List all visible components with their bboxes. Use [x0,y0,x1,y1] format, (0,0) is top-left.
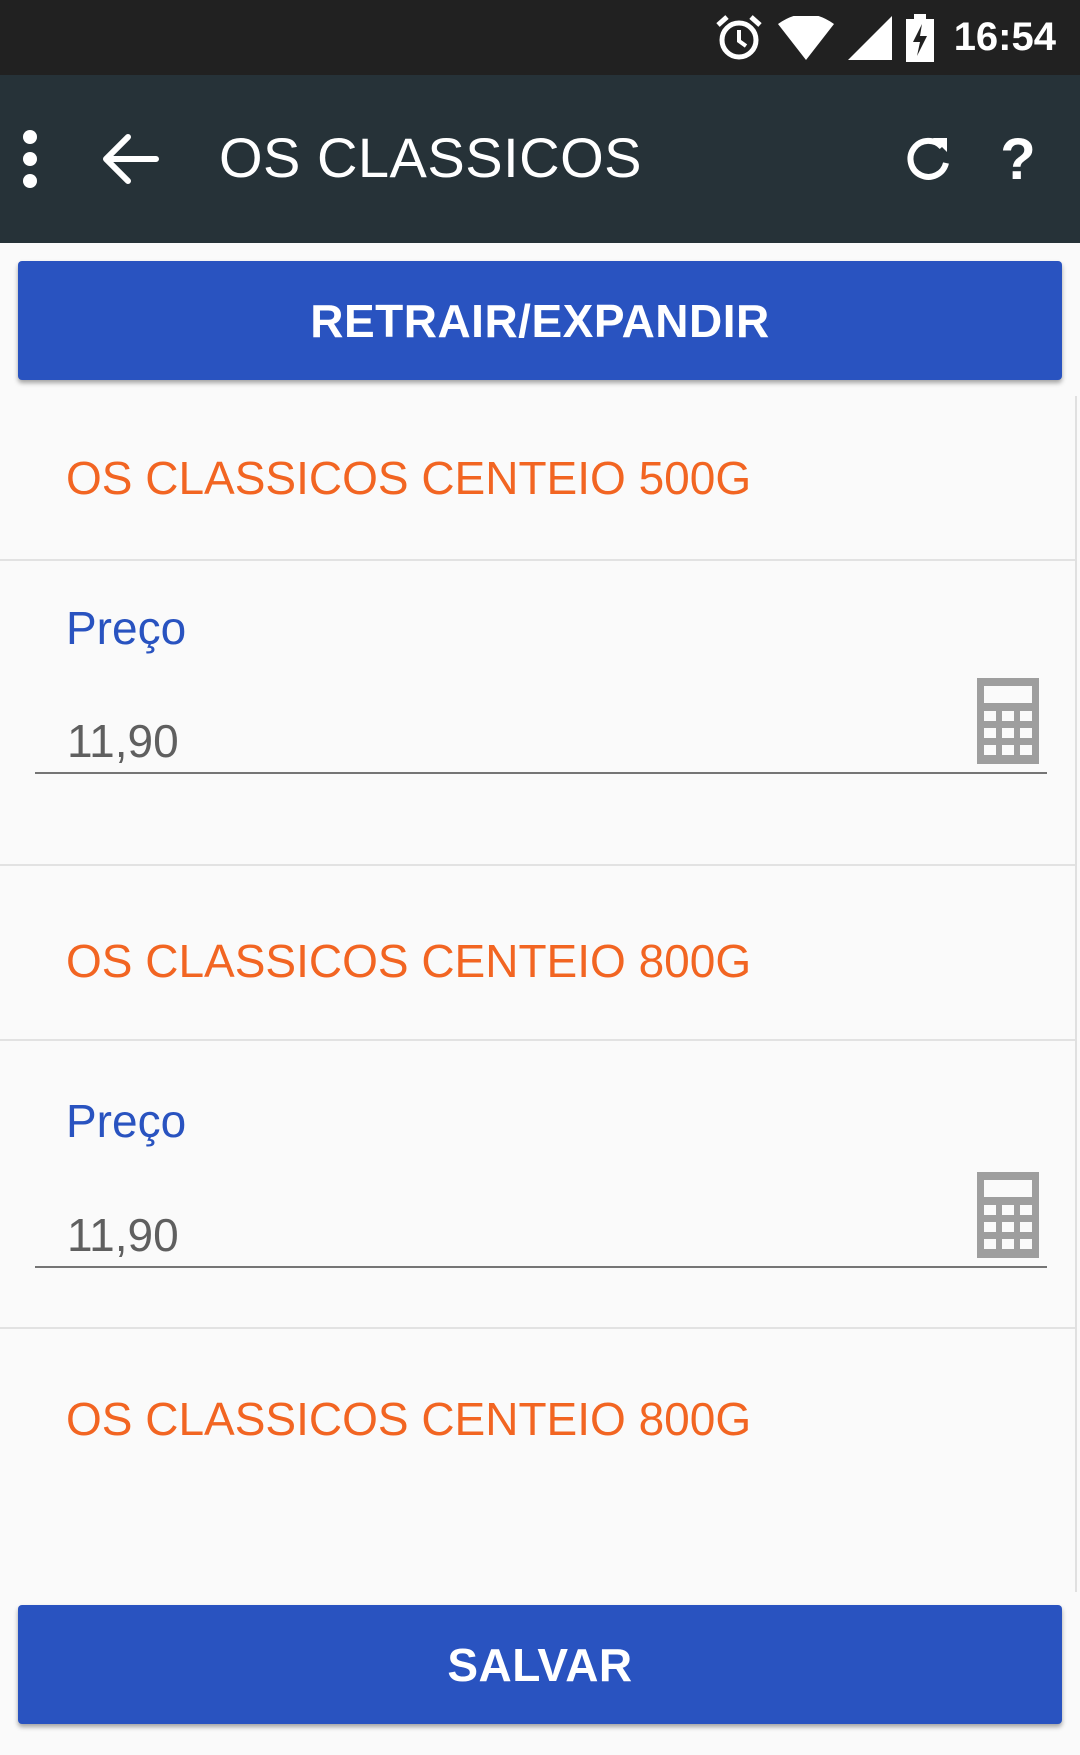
wifi-icon [777,15,834,60]
save-button[interactable]: SALVAR [18,1605,1062,1724]
battery-charging-icon [905,13,934,62]
expand-collapse-button[interactable]: RETRAIR/EXPANDIR [18,261,1062,380]
clock: 16:54 [953,15,1056,59]
calculator-icon[interactable] [977,1172,1039,1258]
price-value[interactable]: 11,90 [67,714,179,768]
divider [0,559,1075,561]
help-button[interactable]: ? [978,119,1058,199]
product-title[interactable]: OS CLASSICOS CENTEIO 800G [66,1392,751,1446]
price-label: Preço [66,602,187,654]
screen: 16:54 OS CLASSICOS ? RETRAIR/EXPANDIR OS… [0,0,1080,1755]
product-list[interactable]: OS CLASSICOS CENTEIO 500G Preço 11,90 OS… [0,396,1080,1592]
status-bar: 16:54 [0,0,1080,75]
alarm-icon [714,13,764,63]
product-title[interactable]: OS CLASSICOS CENTEIO 800G [66,934,751,988]
refresh-icon[interactable] [888,119,968,199]
app-bar: OS CLASSICOS ? [0,75,1080,243]
price-field[interactable]: 11,90 [35,1172,1047,1268]
divider [0,1039,1075,1041]
divider [0,1327,1075,1329]
price-value[interactable]: 11,90 [67,1208,179,1262]
signal-icon [847,15,892,60]
product-title[interactable]: OS CLASSICOS CENTEIO 500G [66,451,751,505]
page-title: OS CLASSICOS [219,126,643,189]
calculator-icon[interactable] [977,678,1039,764]
arrow-back-icon[interactable] [90,119,170,199]
more-vert-icon[interactable] [10,119,50,199]
price-field[interactable]: 11,90 [35,678,1047,774]
price-label: Preço [66,1095,187,1147]
divider [0,864,1075,866]
